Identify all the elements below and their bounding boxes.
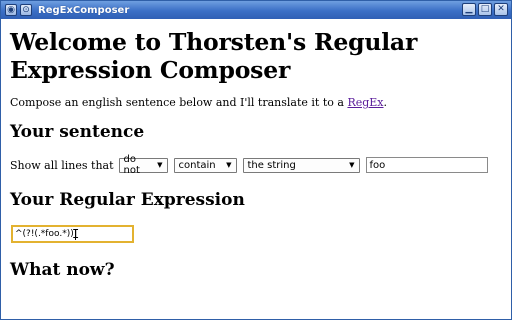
ibeam-cursor-icon: I (72, 227, 80, 241)
dropdown-arrow-icon: ▼ (349, 161, 355, 169)
dropdown-arrow-icon: ▼ (157, 161, 163, 169)
sentence-label: Show all lines that (10, 158, 114, 172)
what-now-heading: What now? (10, 260, 115, 280)
window-menu-icon[interactable]: ◉ (5, 4, 17, 16)
regex-output-value: ^(?!(.*foo.*)) (15, 229, 74, 239)
search-string-value: foo (369, 159, 386, 171)
negation-select[interactable]: do not ▼ (118, 154, 168, 176)
intro-text: Compose an english sentence below and I'… (10, 96, 348, 109)
sticky-icon[interactable]: ⊙ (20, 4, 32, 16)
intro-paragraph: Compose an english sentence below and I'… (10, 96, 505, 110)
window-controls: ▁ □ ✕ (462, 3, 508, 16)
regex-heading: Your Regular Expression (10, 190, 245, 210)
page-content: Welcome to Thorsten's Regular Expression… (10, 23, 505, 319)
application-window: ◉ ⊙ RegExComposer ▁ □ ✕ Welcome to Thors… (0, 0, 512, 320)
search-string-input[interactable]: foo (365, 157, 488, 173)
intro-end: . (383, 96, 388, 109)
maximize-icon[interactable]: □ (478, 3, 492, 16)
dropdown-arrow-icon: ▼ (226, 161, 232, 169)
title-bar[interactable]: ◉ ⊙ RegExComposer ▁ □ ✕ (1, 1, 511, 19)
minimize-icon[interactable]: ▁ (462, 3, 476, 16)
object-select[interactable]: the string ▼ (242, 157, 360, 173)
verb-select[interactable]: contain ▼ (173, 157, 237, 173)
window-title: RegExComposer (38, 4, 130, 16)
regex-output-row: ^(?!(.*foo.*)) I (10, 225, 505, 245)
regex-link[interactable]: RegEx (347, 96, 383, 109)
page-title: Welcome to Thorsten's Regular Expression… (10, 28, 418, 84)
object-select-value: the string (247, 159, 296, 171)
negation-select-value: do not (123, 154, 140, 176)
sentence-heading: Your sentence (10, 122, 145, 142)
close-icon[interactable]: ✕ (494, 3, 508, 16)
sentence-builder: Show all lines that do not ▼ contain ▼ t… (10, 154, 505, 176)
verb-select-value: contain (178, 159, 216, 171)
